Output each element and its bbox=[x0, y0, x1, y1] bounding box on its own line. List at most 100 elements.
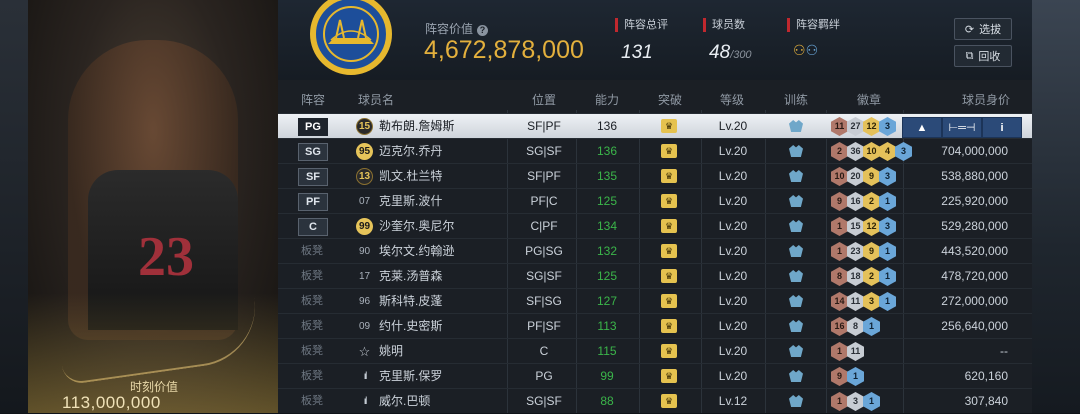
badge-hex-icon: 9 bbox=[863, 242, 880, 261]
player-name[interactable]: 凯文.杜兰特 bbox=[379, 164, 442, 189]
training-icon[interactable] bbox=[789, 145, 803, 157]
breakthrough-crown-icon[interactable]: ♛ bbox=[661, 194, 677, 208]
player-name[interactable]: 迈克尔.乔丹 bbox=[379, 139, 442, 164]
player-name[interactable]: 克莱.汤普森 bbox=[379, 264, 442, 289]
training-icon[interactable] bbox=[789, 320, 803, 332]
player-card[interactable]: 23 bbox=[28, 0, 278, 413]
training-icon[interactable] bbox=[789, 170, 803, 182]
player-count: 球员数 48/300 bbox=[703, 18, 752, 64]
badge-hex-icon: 1 bbox=[879, 192, 896, 211]
player-tier-icon: 90 bbox=[358, 246, 371, 257]
lineup-value-label: 阵容价值? bbox=[425, 20, 489, 37]
training-icon[interactable] bbox=[789, 395, 803, 407]
player-name[interactable]: 克里斯.保罗 bbox=[379, 364, 442, 389]
breakthrough-crown-icon[interactable]: ♛ bbox=[661, 269, 677, 283]
player-tier-icon: 99 bbox=[356, 218, 373, 235]
training-icon[interactable] bbox=[789, 345, 803, 357]
breakthrough-crown-icon[interactable]: ♛ bbox=[661, 344, 677, 358]
player-level: Lv.20 bbox=[718, 344, 748, 358]
bond-icons[interactable]: ⚇⚇ bbox=[787, 42, 840, 59]
copy-icon: ⧉ bbox=[965, 49, 974, 62]
player-position: SF|PF bbox=[527, 169, 561, 183]
training-icon[interactable] bbox=[789, 370, 803, 382]
player-ability: 113 bbox=[597, 319, 617, 333]
table-row[interactable]: PF 07 克里斯.波什 PF|C 125 ♛ Lv.20 9 16 2 1 225,920,000 bbox=[278, 188, 1032, 214]
badge-hex-icon: 8 bbox=[831, 267, 848, 286]
breakthrough-crown-icon[interactable]: ♛ bbox=[661, 394, 677, 408]
badge-hex-icon: 2 bbox=[863, 192, 880, 211]
training-icon[interactable] bbox=[789, 295, 803, 307]
player-count-label: 球员数 bbox=[703, 18, 752, 32]
player-name[interactable]: 约什.史密斯 bbox=[379, 314, 442, 339]
table-row[interactable]: 板凳 17 克莱.汤普森 SG|SF 125 ♛ Lv.20 8 18 2 1 478,720,000 bbox=[278, 263, 1032, 289]
position-slot[interactable]: SF bbox=[298, 168, 328, 186]
breakthrough-crown-icon[interactable]: ♛ bbox=[661, 144, 677, 158]
table-row[interactable]: 板凳 09 约什.史密斯 PF|SF 113 ♛ Lv.20 16 8 1 256,640,000 bbox=[278, 313, 1032, 339]
badge-hex-icon: 14 bbox=[831, 292, 848, 311]
position-slot[interactable]: PF bbox=[298, 193, 328, 211]
table-row[interactable]: 板凳 ☆ 姚明 C 115 ♛ Lv.20 1 11 -- bbox=[278, 338, 1032, 364]
player-name[interactable]: 斯科特.皮蓬 bbox=[379, 289, 442, 314]
breakthrough-crown-icon[interactable]: ♛ bbox=[661, 369, 677, 383]
table-row[interactable]: SG 95 迈克尔.乔丹 SG|SF 136 ♛ Lv.20 2 36 10 4 3 704,000,0… bbox=[278, 138, 1032, 164]
badge-hex-icon: 27 bbox=[847, 117, 864, 136]
badge-hex-icon: 1 bbox=[863, 317, 880, 336]
train-button[interactable]: ⊢═⊣ bbox=[942, 117, 982, 138]
badge-hex-icon: 11 bbox=[847, 292, 864, 311]
recycle-button[interactable]: ⧉ 回收 bbox=[954, 45, 1012, 67]
bench-slot[interactable]: 板凳 bbox=[298, 314, 326, 339]
bench-slot[interactable]: 板凳 bbox=[298, 239, 326, 264]
badge-hex-icon: 36 bbox=[847, 142, 864, 161]
training-icon[interactable] bbox=[789, 120, 803, 132]
lineup-value-label-text: 阵容价值 bbox=[425, 22, 474, 36]
training-icon[interactable] bbox=[789, 195, 803, 207]
bench-slot[interactable]: 板凳 bbox=[298, 264, 326, 289]
table-row[interactable]: 板凳 ııl 威尔.巴顿 SG|SF 88 ♛ Lv.12 1 3 1 307,840 bbox=[278, 388, 1032, 414]
table-row[interactable]: PG 15 勒布朗.詹姆斯 SF|PF 136 ♛ Lv.20 11 27 12 3 ▲ ⊢═⊣ i bbox=[278, 113, 1032, 139]
player-position: PG|SG bbox=[525, 244, 563, 258]
player-value: 529,280,000 bbox=[941, 219, 1008, 233]
breakthrough-crown-icon[interactable]: ♛ bbox=[661, 294, 677, 308]
badge-hex-icon: 12 bbox=[863, 117, 880, 136]
badge-hex-icon: 2 bbox=[831, 142, 848, 161]
player-level: Lv.20 bbox=[718, 169, 748, 183]
table-row[interactable]: SF 13 凯文.杜兰特 SF|PF 135 ♛ Lv.20 10 20 9 3 538,880,00… bbox=[278, 163, 1032, 189]
position-slot[interactable]: C bbox=[298, 218, 328, 236]
help-icon[interactable]: ? bbox=[477, 25, 489, 36]
player-ability: 99 bbox=[600, 369, 614, 383]
bench-slot[interactable]: 板凳 bbox=[298, 339, 326, 364]
player-tier-icon: 96 bbox=[358, 296, 371, 307]
bench-slot[interactable]: 板凳 bbox=[298, 389, 326, 414]
col-ability: 能力 bbox=[594, 93, 619, 107]
filter-button[interactable]: ⟳ 选拔 bbox=[954, 18, 1012, 40]
training-icon[interactable] bbox=[789, 270, 803, 282]
breakthrough-crown-icon[interactable]: ♛ bbox=[661, 319, 677, 333]
position-slot[interactable]: SG bbox=[298, 143, 328, 161]
training-icon[interactable] bbox=[789, 245, 803, 257]
col-badges: 徽章 bbox=[856, 93, 881, 107]
table-row[interactable]: 板凳 96 斯科特.皮蓬 SF|SG 127 ♛ Lv.20 14 11 3 1 272,000,00… bbox=[278, 288, 1032, 314]
bench-slot[interactable]: 板凳 bbox=[298, 364, 326, 389]
table-row[interactable]: C 99 沙奎尔.奥尼尔 C|PF 134 ♛ Lv.20 1 15 12 3 529,280,000 bbox=[278, 213, 1032, 239]
bench-slot[interactable]: 板凳 bbox=[298, 289, 326, 314]
breakthrough-crown-icon[interactable]: ♛ bbox=[661, 244, 677, 258]
badge-hex-icon: 18 bbox=[847, 267, 864, 286]
table-row[interactable]: 板凳 ııl 克里斯.保罗 PG 99 ♛ Lv.20 9 1 620,160 bbox=[278, 363, 1032, 389]
player-name[interactable]: 勒布朗.詹姆斯 bbox=[379, 114, 454, 139]
player-name[interactable]: 埃尔文.约翰逊 bbox=[379, 239, 454, 264]
badge-hex-icon: 1 bbox=[879, 267, 896, 286]
info-button[interactable]: i bbox=[982, 117, 1022, 138]
breakthrough-crown-icon[interactable]: ♛ bbox=[661, 119, 677, 133]
player-name[interactable]: 威尔.巴顿 bbox=[379, 389, 430, 414]
breakthrough-crown-icon[interactable]: ♛ bbox=[661, 219, 677, 233]
badge-hex-icon: 10 bbox=[831, 167, 848, 186]
breakthrough-crown-icon[interactable]: ♛ bbox=[661, 169, 677, 183]
training-icon[interactable] bbox=[789, 220, 803, 232]
position-slot[interactable]: PG bbox=[298, 118, 328, 136]
player-name[interactable]: 姚明 bbox=[379, 339, 403, 364]
player-level: Lv.20 bbox=[718, 244, 748, 258]
promote-button[interactable]: ▲ bbox=[902, 117, 942, 138]
player-name[interactable]: 克里斯.波什 bbox=[379, 189, 442, 214]
table-row[interactable]: 板凳 90 埃尔文.约翰逊 PG|SG 132 ♛ Lv.20 1 23 9 1 443,520,00… bbox=[278, 238, 1032, 264]
player-name[interactable]: 沙奎尔.奥尼尔 bbox=[379, 214, 454, 239]
